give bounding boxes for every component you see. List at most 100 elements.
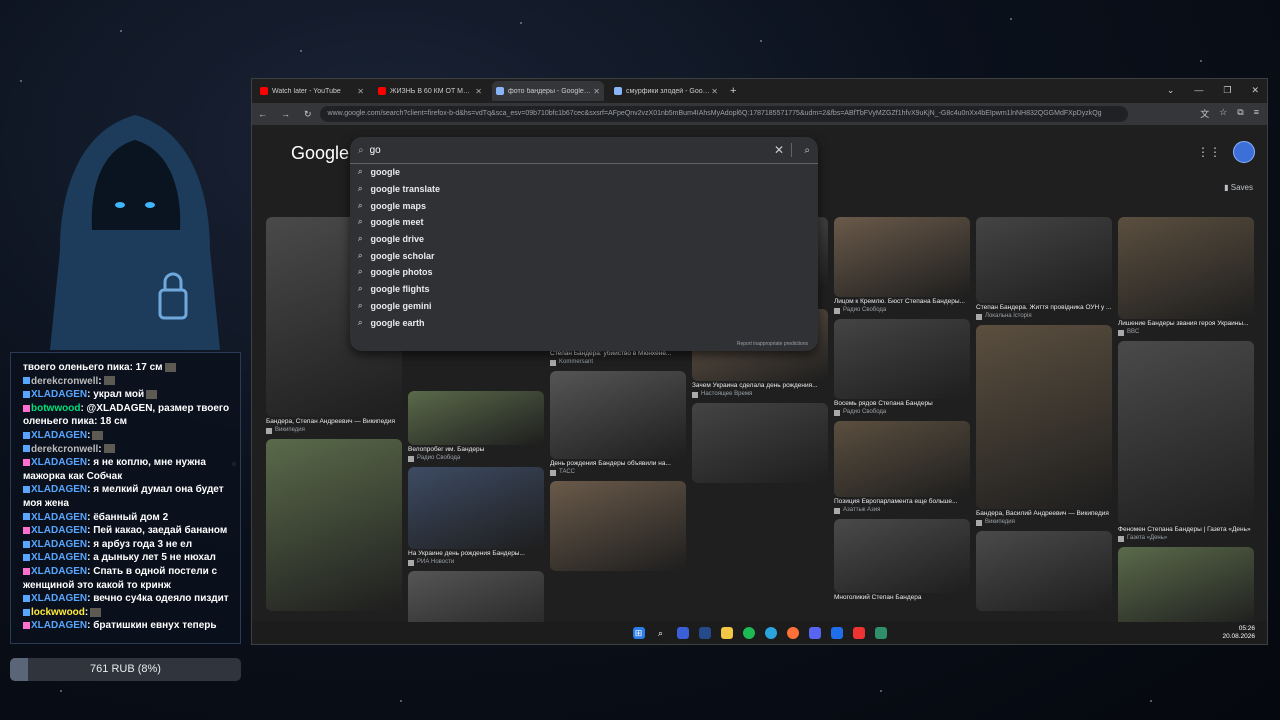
image-result[interactable] [692,403,828,483]
result-caption[interactable]: Велопробег им. Бандеры [408,445,544,454]
image-result[interactable]: День рождения Бандеры объявили на... ТАСС [550,371,686,477]
search-suggestion[interactable]: ⌕ google drive [350,231,818,248]
result-caption[interactable]: Лишение Бандеры звания героя Украины... [1118,319,1254,328]
result-thumbnail[interactable] [408,571,544,624]
menu-icon[interactable]: ≡ [1254,107,1259,120]
image-result[interactable]: Лицом к Кремлю. Бюст Степана Бандеры... Р… [834,217,970,315]
search-suggestion[interactable]: ⌕ google translate [350,181,818,198]
chat-username[interactable]: XLADAGEN [31,539,87,550]
browser-tab[interactable]: фото бандеры - Google Search✕ [492,81,604,101]
chat-username[interactable]: XLADAGEN [31,430,87,441]
search-suggestion[interactable]: ⌕ google meet [350,214,818,231]
chat-username[interactable]: XLADAGEN [31,389,87,400]
account-avatar[interactable] [1233,141,1255,163]
image-result[interactable]: Восемь рядов Степана Бандеры Радио Свобод… [834,319,970,417]
chat-username[interactable]: derekcronwell [31,444,98,455]
google-logo[interactable]: Google [291,143,349,164]
maximize-icon[interactable]: ❐ [1223,85,1231,96]
result-thumbnail[interactable] [976,217,1112,303]
image-result[interactable]: Лишение Бандеры звания героя Украины... B… [1118,217,1254,337]
firefox-icon[interactable] [786,627,799,639]
image-result[interactable] [976,531,1112,611]
result-caption[interactable]: Многоликий Степан Бандера [834,593,970,602]
result-caption[interactable]: Восемь рядов Степана Бандеры [834,399,970,408]
chat-username[interactable]: XLADAGEN [31,484,87,495]
image-result[interactable]: Степан Бандера. Життя провідника ОУН у .… [976,217,1112,321]
result-thumbnail[interactable] [834,421,970,497]
result-caption[interactable]: День рождения Бандеры объявили на... [550,459,686,468]
chat-username[interactable]: XLADAGEN [31,552,87,563]
image-result[interactable]: Феномен Степана Бандеры | Газета «День» Г… [1118,341,1254,543]
url-field[interactable]: www.google.com/search?client=firefox-b-d… [319,106,1128,122]
telegram-icon[interactable] [764,627,777,639]
tab-search-icon[interactable]: ⌄ [1167,85,1175,96]
result-caption[interactable]: На Украине день рождения Бандеры... [408,549,544,558]
chat-username[interactable]: XLADAGEN [31,566,87,577]
result-caption[interactable]: Зачем Украина сделала день рождения... [692,381,828,390]
result-thumbnail[interactable] [1118,341,1254,525]
result-thumbnail[interactable] [692,403,828,483]
image-result[interactable]: Свои герои – Кадыров против Бандеры [408,571,544,624]
browser-tab[interactable]: смурфики злодей - Google Se✕ [610,81,722,101]
chat-username[interactable]: XLADAGEN [31,525,87,536]
search-suggestion[interactable]: ⌕ google photos [350,264,818,281]
image-result[interactable]: Многоликий Степан Бандера [834,519,970,602]
reload-icon[interactable]: ↻ [304,109,312,120]
saves-link[interactable]: ▮ Saves [1224,183,1253,192]
result-caption[interactable]: Позиция Европарламента еще большe... [834,497,970,506]
bookmark-star-icon[interactable]: ☆ [1219,107,1227,120]
browser-tab[interactable]: ЖИЗНЬ В 60 КМ ОТ МОСКВЫ✕ [374,81,486,101]
tab-close-icon[interactable]: ✕ [593,87,600,96]
image-result[interactable]: Бандера, Василий Андреевич — Википедия Ви… [976,325,1112,527]
result-thumbnail[interactable] [408,391,544,445]
tab-close-icon[interactable]: ✕ [357,87,364,96]
result-thumbnail[interactable] [976,531,1112,611]
app-icon[interactable] [830,627,843,639]
result-thumbnail[interactable] [834,217,970,297]
search-suggestion[interactable]: ⌕ google [350,164,818,181]
result-caption[interactable]: Лицом к Кремлю. Бюст Степана Бандеры... [834,297,970,306]
search-suggestion[interactable]: ⌕ google earth [350,314,818,331]
tab-close-icon[interactable]: ✕ [711,87,718,96]
back-icon[interactable]: ← [258,109,267,120]
chat-username[interactable]: botwwood [31,403,80,414]
browser-tab[interactable]: Watch later - YouTube ✕ [256,81,368,101]
result-thumbnail[interactable] [1118,217,1254,319]
result-caption[interactable]: Бандера, Степан Андреевич — Википедия [266,417,402,426]
result-caption[interactable]: Степан Бандера. Життя провідника ОУН у .… [976,303,1112,312]
image-result[interactable] [550,481,686,571]
chat-username[interactable]: derekcronwell [31,376,98,387]
search-suggestion[interactable]: ⌕ google gemini [350,298,818,315]
apps-grid-icon[interactable]: ⋮⋮ [1197,145,1221,159]
image-result[interactable]: Велопробег им. Бандеры Радио Свобода [408,391,544,463]
result-thumbnail[interactable] [266,439,402,611]
system-clock[interactable]: 05:26 20.08.2026 [1222,625,1255,641]
clear-icon[interactable]: ✕ [774,143,784,157]
app-icon[interactable] [676,627,689,639]
search-input[interactable]: go [370,145,381,156]
search-suggestion[interactable]: ⌕ google scholar [350,247,818,264]
new-tab-button[interactable]: + [730,85,736,97]
discord-icon[interactable] [808,627,821,639]
chat-username[interactable]: XLADAGEN [31,593,87,604]
chat-username[interactable]: XLADAGEN [31,620,87,631]
app-icon[interactable] [874,627,887,639]
result-thumbnail[interactable] [834,519,970,593]
start-icon[interactable]: ⊞ [632,627,645,639]
image-result[interactable] [266,439,402,611]
minimize-icon[interactable]: — [1194,85,1203,96]
result-thumbnail[interactable] [1118,547,1254,624]
tab-close-icon[interactable]: ✕ [475,87,482,96]
result-thumbnail[interactable] [976,325,1112,509]
result-thumbnail[interactable] [550,481,686,571]
result-thumbnail[interactable] [408,467,544,549]
image-result[interactable] [1118,547,1254,624]
report-predictions-link[interactable]: Report inappropriate predictions [737,341,808,347]
chat-username[interactable]: XLADAGEN [31,457,87,468]
result-thumbnail[interactable] [834,319,970,399]
result-caption[interactable]: Феномен Степана Бандеры | Газета «День» [1118,525,1254,534]
image-result[interactable]: На Украине день рождения Бандеры... РИА Н… [408,467,544,567]
chat-username[interactable]: lockwwood [31,607,85,618]
app-icon[interactable] [698,627,711,639]
result-caption[interactable]: Бандера, Василий Андреевич — Википедия [976,509,1112,518]
